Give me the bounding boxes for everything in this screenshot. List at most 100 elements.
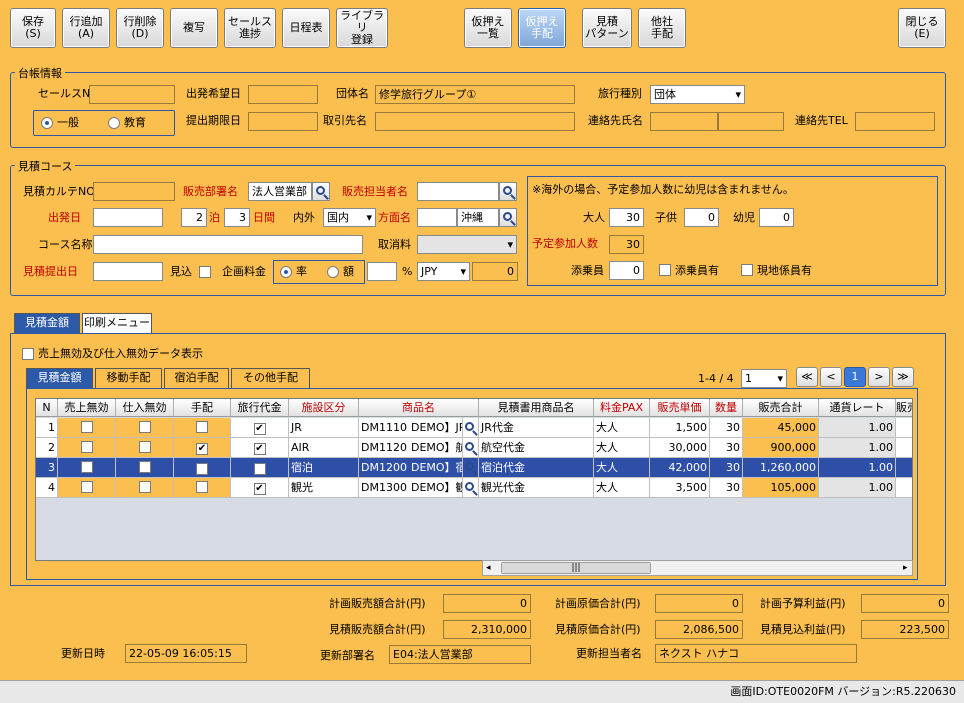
unit-price-cell[interactable]: 1,500 <box>650 418 710 438</box>
last-page-button[interactable]: ≫ <box>892 367 914 387</box>
product-search-button[interactable] <box>463 478 479 498</box>
sales-dept-field[interactable]: 法人営業部 <box>248 182 312 201</box>
estimate-product-cell[interactable]: 宿泊代金 <box>479 458 594 478</box>
page-select[interactable]: 1 <box>741 369 787 388</box>
estimate-product-cell[interactable]: 航空代金 <box>479 438 594 458</box>
unit-price-cell[interactable]: 30,000 <box>650 438 710 458</box>
group-name-field[interactable]: 修学旅行グループ① <box>375 85 575 104</box>
submit-date-field[interactable] <box>93 262 163 281</box>
product-cell[interactable]: DM1110 DEMO】JR <box>359 418 463 438</box>
product-cell[interactable]: DM1300 DEMO】観 <box>359 478 463 498</box>
fee-pax-cell[interactable]: 大人 <box>594 418 650 438</box>
product-cell[interactable]: DM1200 DEMO】宿 <box>359 458 463 478</box>
escort-checkbox[interactable] <box>659 264 671 276</box>
scroll-left-icon[interactable]: ◂ <box>486 561 491 575</box>
sales-no-field[interactable] <box>89 85 175 104</box>
qty-cell[interactable]: 30 <box>710 458 743 478</box>
col-header-travel-fee[interactable]: 旅行代金 <box>231 399 289 417</box>
unit-price-cell[interactable]: 42,000 <box>650 458 710 478</box>
infant-field[interactable]: 0 <box>759 208 794 227</box>
checkbox[interactable]: ✔ <box>253 463 266 475</box>
first-page-button[interactable]: ≪ <box>796 367 818 387</box>
plan-fee-value-field[interactable] <box>367 262 397 281</box>
radio-rate[interactable] <box>280 266 292 278</box>
product-search-button[interactable] <box>463 418 479 438</box>
grid-horizontal-scrollbar[interactable]: ◂ ||| ▸ <box>482 560 913 576</box>
show-invalid-checkbox[interactable] <box>22 348 34 360</box>
arrange-checkbox[interactable] <box>174 418 231 438</box>
contact-name-field-1[interactable] <box>650 112 718 131</box>
row-number[interactable]: 4 <box>36 478 58 498</box>
nights-field[interactable]: 2 <box>181 208 207 227</box>
temp-hold-arrange-button[interactable]: 仮押え 手配 <box>518 8 566 48</box>
karte-no-field[interactable] <box>93 182 175 201</box>
sales-staff-field[interactable] <box>417 182 499 201</box>
next-page-button[interactable]: > <box>868 367 890 387</box>
other-company-arrange-button[interactable]: 他社 手配 <box>638 8 686 48</box>
fee-pax-cell[interactable]: 大人 <box>594 478 650 498</box>
library-register-button[interactable]: ライブラリ 登録 <box>336 8 388 48</box>
close-button[interactable]: 閉じる (E) <box>898 8 946 48</box>
table-row[interactable]: 2 ✔ ✔ AIR DM1120 DEMO】航 航空代金 大人 30,000 30 900,000 1… <box>36 438 912 458</box>
add-row-button[interactable]: 行追加 (A) <box>62 8 110 48</box>
contact-name-field-2[interactable] <box>718 112 784 131</box>
tab-estimate-amount[interactable]: 見積金額 <box>14 313 80 333</box>
product-cell[interactable]: DM1120 DEMO】航 <box>359 438 463 458</box>
checkbox[interactable] <box>138 441 151 453</box>
col-header-arrange[interactable]: 手配 <box>174 399 231 417</box>
rate-cell[interactable]: 1.00 <box>819 438 896 458</box>
scroll-right-icon[interactable]: ▸ <box>903 561 908 575</box>
checkbox[interactable] <box>80 481 93 493</box>
child-field[interactable]: 0 <box>684 208 719 227</box>
delete-row-button[interactable]: 行削除 (D) <box>116 8 164 48</box>
col-header-sales-total[interactable]: 販売合計 <box>743 399 819 417</box>
sales-cell[interactable] <box>896 438 912 458</box>
col-header-facility[interactable]: 施設区分 <box>289 399 359 417</box>
sales-total-cell[interactable]: 105,000 <box>743 478 819 498</box>
area-search-button[interactable] <box>499 208 517 227</box>
temp-hold-list-button[interactable]: 仮押え 一覧 <box>464 8 512 48</box>
estimate-product-cell[interactable]: 観光代金 <box>479 478 594 498</box>
col-header-sales[interactable]: 販売 <box>896 399 912 417</box>
checkbox[interactable] <box>80 441 93 453</box>
col-header-fee-pax[interactable]: 料金PAX <box>594 399 650 417</box>
sales-invalid-checkbox[interactable] <box>58 458 116 478</box>
sales-invalid-checkbox[interactable] <box>58 478 116 498</box>
prospect-checkbox[interactable] <box>199 266 211 278</box>
currency-select[interactable]: JPY <box>417 262 470 281</box>
checkbox[interactable] <box>196 481 208 493</box>
sales-total-cell[interactable]: 45,000 <box>743 418 819 438</box>
subtab-estimate[interactable]: 見積金額 <box>26 368 93 388</box>
checkbox[interactable]: ✔ <box>253 423 266 435</box>
product-search-button[interactable] <box>463 458 479 478</box>
area-name-field[interactable]: 沖縄 <box>457 208 499 227</box>
radio-amount[interactable] <box>327 266 339 278</box>
sales-cell[interactable] <box>896 458 912 478</box>
days-field[interactable]: 3 <box>224 208 250 227</box>
checkbox[interactable]: ✔ <box>196 443 208 455</box>
travel-fee-checkbox[interactable]: ✔ <box>231 438 289 458</box>
purchase-invalid-checkbox[interactable] <box>116 478 174 498</box>
sales-progress-button[interactable]: セールス 進捗 <box>224 8 276 48</box>
page-1-button[interactable]: 1 <box>844 367 866 387</box>
row-number[interactable]: 3 <box>36 458 58 478</box>
cancel-fee-select[interactable] <box>417 235 517 254</box>
facility-cell[interactable]: JR <box>289 418 359 438</box>
table-row[interactable]: 1 ✔ JR DM1110 DEMO】JR JR代金 大人 1,500 30 45,000 1.00 <box>36 418 912 438</box>
product-search-button[interactable] <box>463 438 479 458</box>
sales-cell[interactable] <box>896 418 912 438</box>
sales-invalid-checkbox[interactable] <box>58 418 116 438</box>
depart-wish-field[interactable] <box>248 85 318 104</box>
checkbox[interactable] <box>138 481 151 493</box>
row-number[interactable]: 1 <box>36 418 58 438</box>
copy-button[interactable]: 複写 <box>170 8 218 48</box>
facility-cell[interactable]: AIR <box>289 438 359 458</box>
arrange-checkbox[interactable]: ✔ <box>174 438 231 458</box>
schedule-button[interactable]: 日程表 <box>282 8 330 48</box>
subtab-other[interactable]: その他手配 <box>231 368 310 388</box>
purchase-invalid-checkbox[interactable] <box>116 458 174 478</box>
local-staff-checkbox[interactable] <box>741 264 753 276</box>
travel-fee-checkbox[interactable]: ✔ <box>231 458 289 478</box>
save-button[interactable]: 保存 (S) <box>10 8 56 48</box>
radio-general[interactable] <box>41 117 53 129</box>
